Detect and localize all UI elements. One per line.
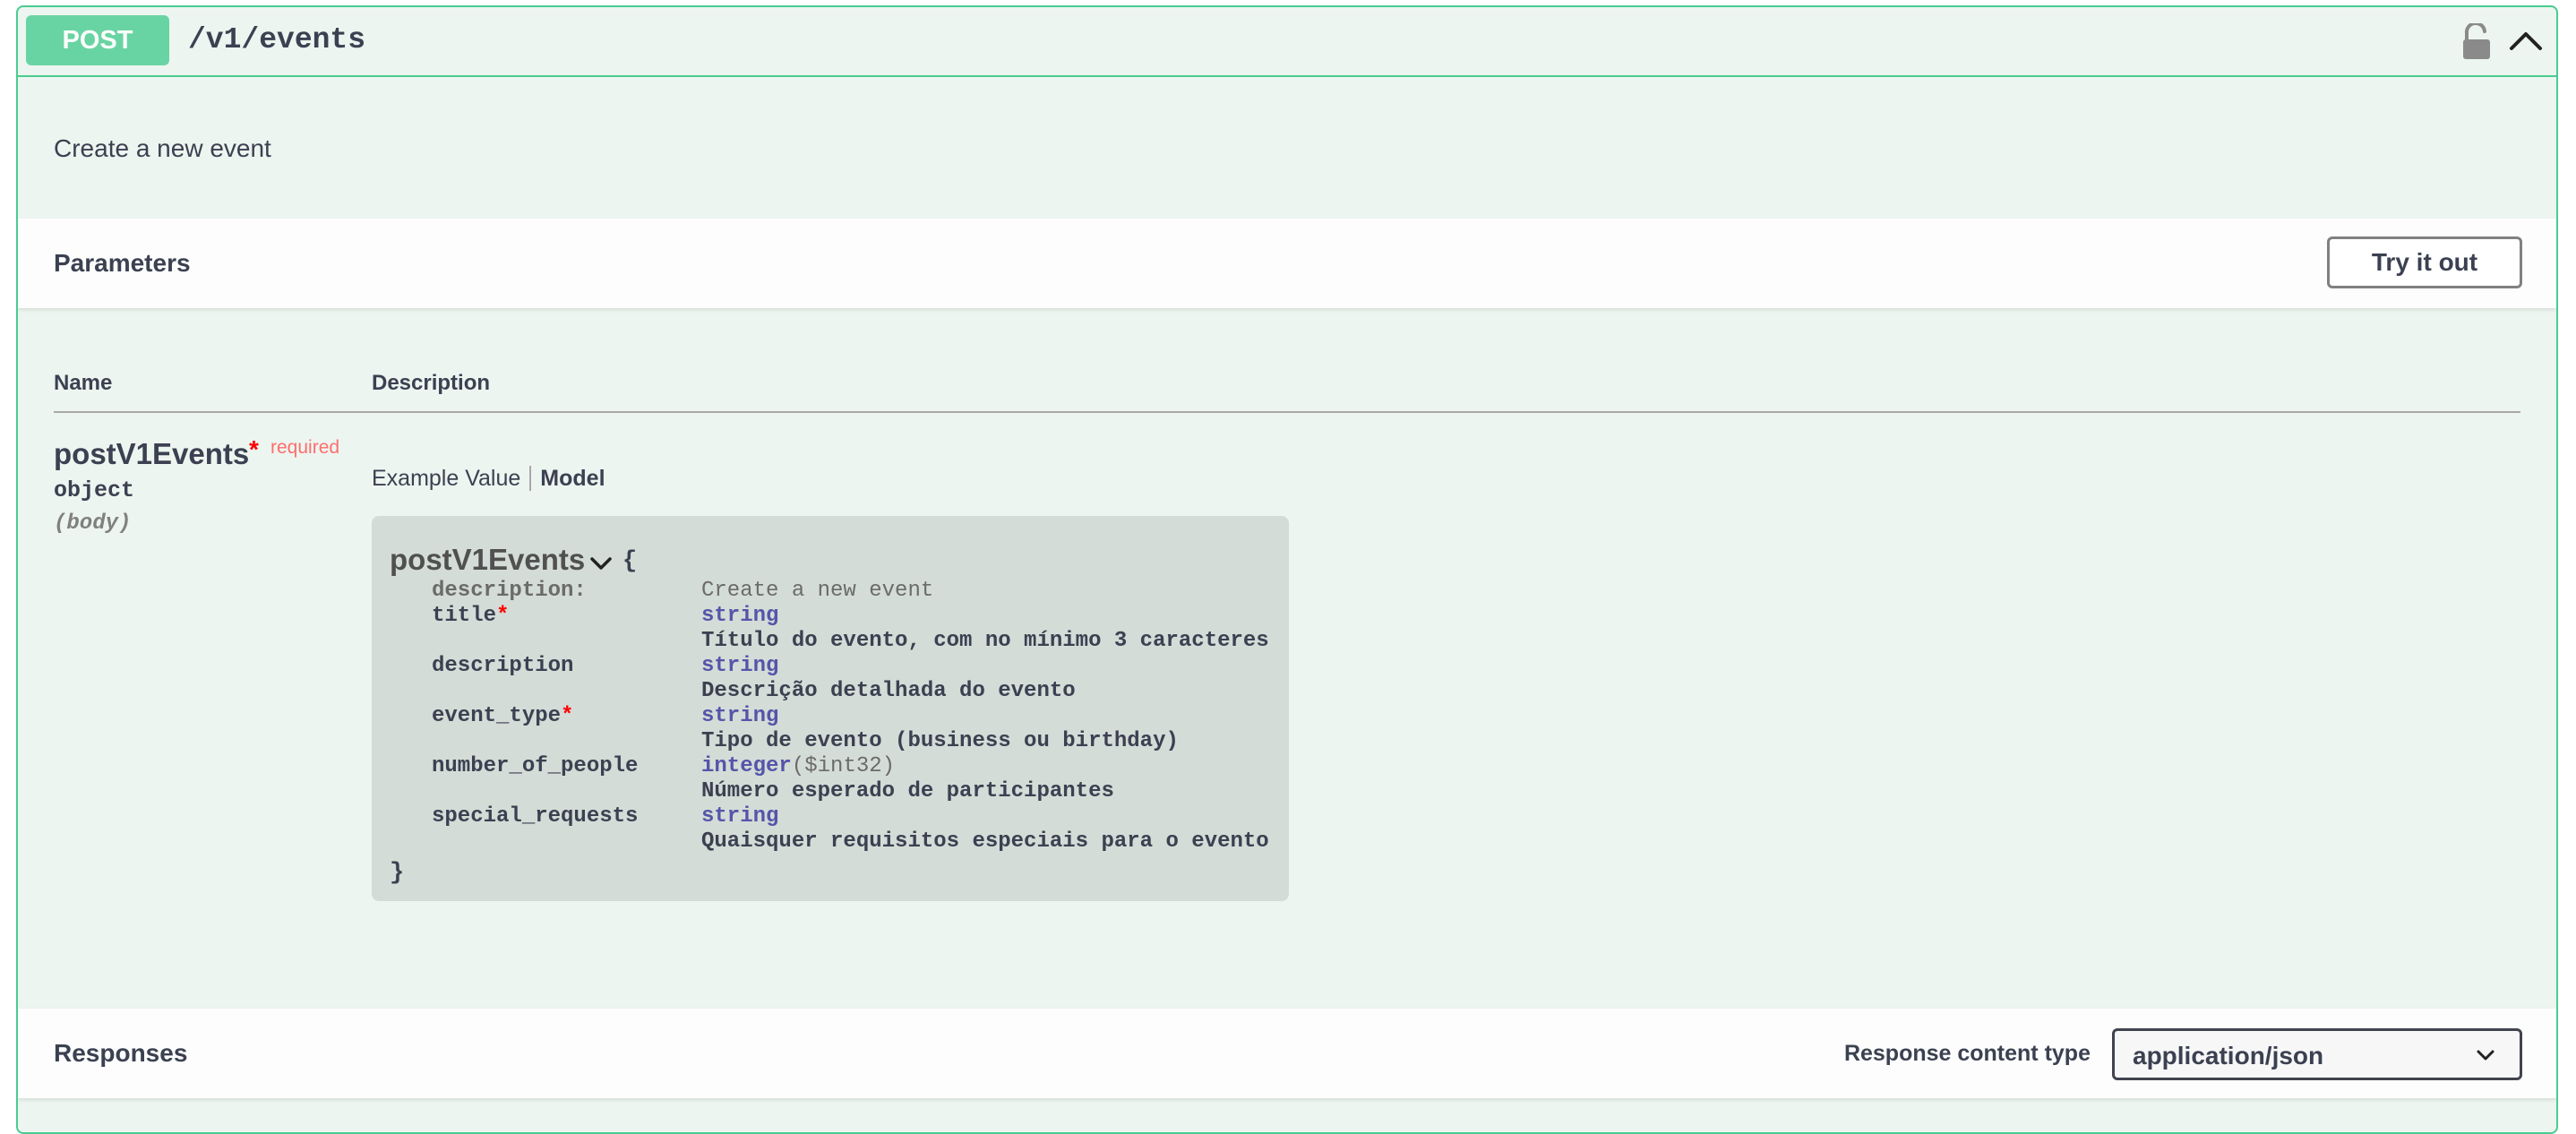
parameters-title: Parameters bbox=[54, 249, 191, 277]
close-brace: } bbox=[390, 860, 405, 887]
property-name: title* bbox=[432, 604, 510, 628]
lock-icon[interactable] bbox=[2460, 23, 2494, 61]
parameter-name: postV1Events bbox=[54, 437, 250, 470]
property-type: string bbox=[701, 804, 779, 829]
column-header-name: Name bbox=[54, 371, 113, 395]
property-description: Título do evento, com no mínimo 3 caract… bbox=[701, 629, 1269, 653]
property-type: string bbox=[701, 704, 779, 728]
open-brace: { bbox=[623, 548, 638, 575]
required-star: * bbox=[249, 435, 259, 463]
model-tabs: Example Value Model bbox=[372, 466, 605, 492]
operation-block: POST /v1/events Create a new event Param… bbox=[16, 5, 2558, 1134]
operation-description: Create a new event bbox=[54, 134, 271, 162]
property-description: Descrição detalhada do evento bbox=[701, 679, 1076, 703]
chevron-down-icon bbox=[2477, 1050, 2494, 1061]
property-name: special_requests bbox=[432, 804, 639, 829]
model-description-value: Create a new event bbox=[701, 579, 934, 603]
property-type: string bbox=[701, 604, 779, 628]
response-content-type-select[interactable]: application/json bbox=[2112, 1028, 2522, 1080]
tab-example-value[interactable]: Example Value bbox=[372, 466, 532, 491]
parameters-header: Parameters Try it out bbox=[18, 219, 2556, 308]
chevron-up-icon[interactable] bbox=[2508, 27, 2544, 54]
parameter-type: object bbox=[54, 477, 135, 503]
response-content-type-label: Response content type bbox=[1843, 1041, 2091, 1066]
property-description: Número esperado de participantes bbox=[701, 779, 1114, 803]
required-label: required bbox=[270, 437, 340, 458]
tab-model[interactable]: Model bbox=[531, 466, 605, 491]
property-name: number_of_people bbox=[432, 754, 639, 778]
try-it-out-button[interactable]: Try it out bbox=[2327, 236, 2522, 288]
operation-path: /v1/events bbox=[188, 23, 366, 56]
model-name[interactable]: postV1Events bbox=[390, 543, 585, 577]
responses-title: Responses bbox=[54, 1039, 188, 1067]
responses-header: Responses Response content type applicat… bbox=[18, 1009, 2556, 1098]
model-description-label: description: bbox=[432, 579, 587, 603]
property-description: Tipo de evento (business ou birthday) bbox=[701, 729, 1179, 753]
property-name: event_type* bbox=[432, 704, 574, 728]
operation-summary[interactable]: POST /v1/events bbox=[18, 7, 2556, 77]
chevron-down-icon[interactable] bbox=[589, 555, 613, 571]
model-box: postV1Events { description: Create a new… bbox=[372, 516, 1289, 901]
response-content-type-value: application/json bbox=[2133, 1042, 2324, 1070]
property-name: description bbox=[432, 654, 574, 678]
property-type: string bbox=[701, 654, 779, 678]
parameter-location: (body) bbox=[54, 511, 132, 536]
property-type: integer($int32) bbox=[701, 754, 896, 778]
property-description: Quaisquer requisitos especiais para o ev… bbox=[701, 829, 1269, 854]
method-badge: POST bbox=[26, 15, 169, 65]
table-header-divider bbox=[54, 411, 2520, 413]
column-header-description: Description bbox=[372, 371, 491, 395]
